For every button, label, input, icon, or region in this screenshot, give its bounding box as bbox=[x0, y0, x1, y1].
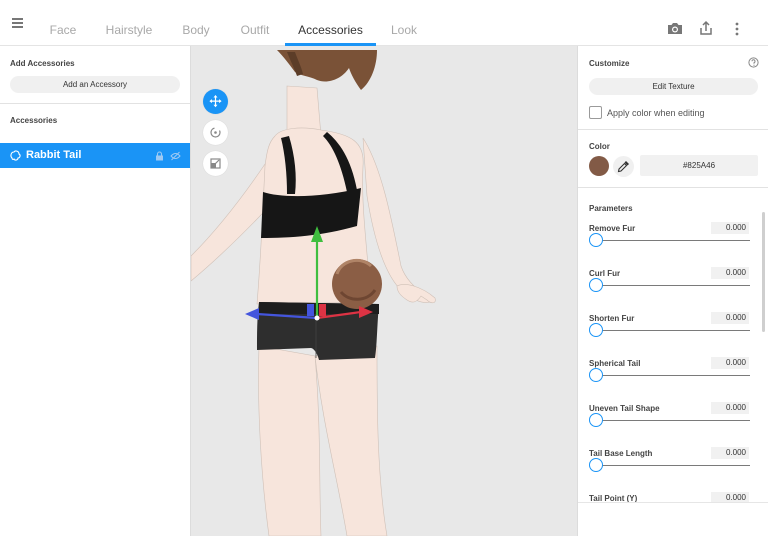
3d-viewport[interactable] bbox=[191, 46, 577, 536]
customize-heading: Customize bbox=[589, 59, 630, 68]
tab-body[interactable]: Body bbox=[176, 0, 216, 46]
slider-knob[interactable] bbox=[589, 278, 603, 292]
help-icon[interactable] bbox=[748, 57, 759, 68]
color-hex-input[interactable]: #825A46 bbox=[640, 155, 758, 176]
parameters-heading: Parameters bbox=[589, 204, 633, 213]
visibility-icon[interactable] bbox=[170, 151, 181, 161]
slider-knob[interactable] bbox=[589, 458, 603, 472]
divider bbox=[0, 103, 190, 104]
tab-look[interactable]: Look bbox=[385, 0, 423, 46]
lock-icon[interactable] bbox=[155, 151, 164, 161]
param-shorten-fur: Shorten Fur 0.000 bbox=[578, 312, 768, 359]
rotate-tool-icon bbox=[210, 127, 221, 138]
slider-track[interactable] bbox=[596, 330, 750, 331]
param-value-input[interactable]: 0.000 bbox=[711, 312, 749, 324]
param-label: Spherical Tail bbox=[589, 359, 641, 368]
param-spherical-tail: Spherical Tail 0.000 bbox=[578, 357, 768, 404]
top-navigation-bar: Face Hairstyle Body Outfit Accessories L… bbox=[0, 0, 768, 46]
param-value-input[interactable]: 0.000 bbox=[711, 222, 749, 234]
param-value-input[interactable]: 0.000 bbox=[711, 357, 749, 369]
eyedropper-button[interactable] bbox=[613, 156, 634, 177]
param-label: Shorten Fur bbox=[589, 314, 635, 323]
slider-knob[interactable] bbox=[589, 368, 603, 382]
tab-accessories[interactable]: Accessories bbox=[285, 0, 376, 46]
more-vertical-icon[interactable] bbox=[728, 20, 746, 38]
panel-footer bbox=[578, 503, 768, 536]
tab-hairstyle[interactable]: Hairstyle bbox=[100, 0, 158, 46]
slider-track[interactable] bbox=[596, 375, 750, 376]
tab-outfit[interactable]: Outfit bbox=[233, 0, 277, 46]
color-heading: Color bbox=[589, 142, 610, 151]
param-curl-fur: Curl Fur 0.000 bbox=[578, 267, 768, 314]
scale-tool-icon bbox=[210, 158, 221, 169]
slider-knob[interactable] bbox=[589, 413, 603, 427]
accessory-item-rabbit-tail[interactable]: Rabbit Tail bbox=[0, 143, 190, 168]
param-label: Curl Fur bbox=[589, 269, 621, 278]
param-label: Tail Base Length bbox=[589, 449, 653, 458]
customize-panel: Customize Edit Texture Apply color when … bbox=[577, 46, 768, 536]
divider bbox=[578, 129, 768, 130]
accessories-panel: Add Accessories Add an Accessory Accesso… bbox=[0, 46, 191, 536]
param-label: Uneven Tail Shape bbox=[589, 404, 660, 413]
param-uneven-tail-shape: Uneven Tail Shape 0.000 bbox=[578, 402, 768, 449]
color-swatch[interactable] bbox=[589, 156, 609, 176]
move-tool-button[interactable] bbox=[203, 89, 228, 114]
camera-icon[interactable] bbox=[666, 20, 684, 38]
export-icon[interactable] bbox=[697, 20, 715, 38]
divider bbox=[578, 187, 768, 188]
param-tail-base-length: Tail Base Length 0.000 bbox=[578, 447, 768, 494]
character-model bbox=[191, 50, 436, 536]
param-remove-fur: Remove Fur 0.000 bbox=[578, 222, 768, 269]
slider-track[interactable] bbox=[596, 420, 750, 421]
scale-tool-button[interactable] bbox=[203, 151, 228, 176]
slider-track[interactable] bbox=[596, 285, 750, 286]
slider-track[interactable] bbox=[596, 240, 750, 241]
eyedropper-icon bbox=[617, 161, 629, 173]
param-value-input[interactable]: 0.000 bbox=[711, 447, 749, 459]
apply-color-checkbox[interactable] bbox=[589, 106, 602, 119]
edit-texture-button[interactable]: Edit Texture bbox=[589, 78, 758, 95]
accessories-heading: Accessories bbox=[10, 116, 58, 125]
slider-track[interactable] bbox=[596, 465, 750, 466]
param-label: Remove Fur bbox=[589, 224, 636, 233]
add-accessory-button[interactable]: Add an Accessory bbox=[10, 76, 180, 93]
param-value-input[interactable]: 0.000 bbox=[711, 402, 749, 414]
scrollbar[interactable] bbox=[762, 212, 765, 332]
accessory-item-label: Rabbit Tail bbox=[26, 149, 82, 161]
rotate-tool-button[interactable] bbox=[203, 120, 228, 145]
slider-knob[interactable] bbox=[589, 233, 603, 247]
param-value-input[interactable]: 0.000 bbox=[711, 267, 749, 279]
tab-face[interactable]: Face bbox=[44, 0, 82, 46]
apply-color-label: Apply color when editing bbox=[607, 108, 705, 118]
move-tool-icon bbox=[209, 95, 222, 108]
menu-icon[interactable] bbox=[8, 14, 28, 32]
rabbit-tail-icon bbox=[10, 150, 21, 161]
add-accessories-heading: Add Accessories bbox=[10, 59, 75, 68]
slider-knob[interactable] bbox=[589, 323, 603, 337]
